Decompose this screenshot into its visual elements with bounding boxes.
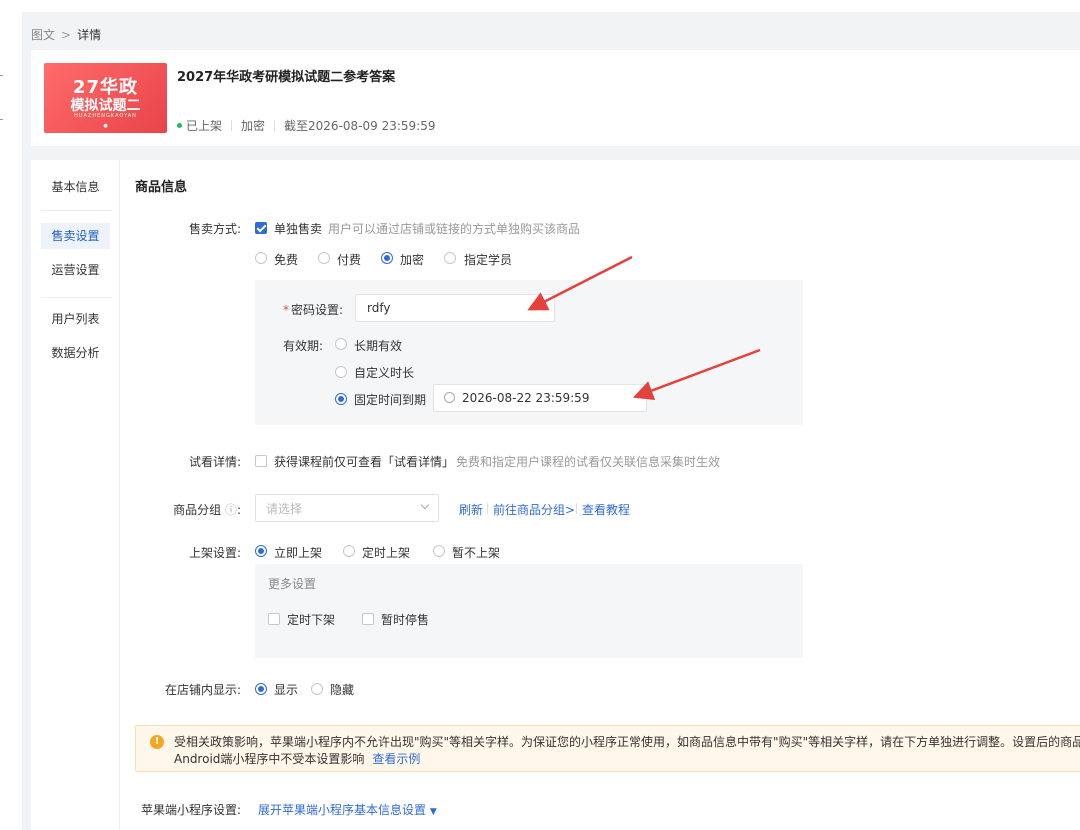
sidenav-item-operation[interactable]: 运营设置 [41,257,110,283]
status-dot-icon [177,123,182,128]
notice-line1: 受相关政策影响，苹果端小程序内不允许出现"购买"等相关字样。为保证您的小程序正常… [174,735,1080,749]
radio-free[interactable] [255,252,267,264]
radio-shelf-hold[interactable] [433,545,445,557]
nav-divider [41,210,112,211]
top-bar [0,0,1080,12]
shelf-label: 上架设置: [188,546,241,560]
pause-sale-label: 暂时停售 [381,613,430,627]
link-divider [576,503,577,514]
radio-encrypted[interactable] [381,252,393,264]
refresh-link[interactable]: 刷新 [459,501,483,518]
radio-specified[interactable] [444,252,456,264]
group-select-placeholder: 请选择 [266,501,303,516]
radio-show-label: 显示 [274,683,299,697]
breadcrumb-parent[interactable]: 图文 [31,28,55,42]
encrypt-tag: 加密 [241,119,266,133]
expiry-datetime-value: 2026-08-22 23:59:59 [462,391,590,405]
left-strip [0,12,22,830]
info-icon: ⓘ [224,503,237,517]
clock-icon [444,392,455,403]
cover-line3: HUAZHENGKAOYAN [74,113,137,119]
single-sale-hint: 用户可以通过店铺或链接的方式单独购买该商品 [328,222,581,236]
caret-down-icon: ▼ [429,807,437,817]
sidenav-item-sale[interactable]: 售卖设置 [41,223,110,249]
product-cover: 27华政 模拟试题二 HUAZHENGKAOYAN ● [44,63,167,133]
expand-apple-settings-link[interactable]: 展开苹果端小程序基本信息设置 ▼ [258,801,437,818]
meta-divider [231,120,233,131]
radio-free-label: 免费 [274,253,299,267]
radio-shelf-hold-label: 暂不上架 [452,546,501,560]
breadcrumb-separator: > [61,28,72,42]
sidenav-item-analytics[interactable]: 数据分析 [41,340,110,366]
deadline-text: 截至2026-08-09 23:59:59 [284,119,436,133]
cover-logo: ● [103,123,108,129]
radio-custom-duration-label: 自定义时长 [354,366,415,380]
validity-label: 有效期: [282,339,323,353]
goto-group-link[interactable]: 前往商品分组> [493,501,575,518]
status-badge: 已上架 [186,119,223,133]
radio-hide-label: 隐藏 [330,683,355,697]
side-nav: 基本信息 售卖设置 运营设置 用户列表 数据分析 [31,160,120,830]
section-title: 商品信息 [135,180,188,195]
product-title: 2027年华政考研模拟试题二参考答案 [177,70,396,85]
pause-sale-checkbox[interactable] [362,613,374,625]
radio-specified-label: 指定学员 [464,253,513,267]
product-meta: 已上架 加密 截至2026-08-09 23:59:59 [177,117,435,134]
trial-hint: 免费和指定用户课程的试看仅关联信息采集时生效 [456,455,721,469]
radio-long-term-label: 长期有效 [354,339,403,353]
radio-paid-label: 付费 [337,253,362,267]
password-label: * 密码设置: [282,303,343,317]
policy-notice: ! 受相关政策影响，苹果端小程序内不允许出现"购买"等相关字样。为保证您的小程序… [135,725,1080,772]
radio-shelf-now-label: 立即上架 [274,546,323,560]
view-example-link[interactable]: 查看示例 [372,752,420,766]
radio-hide[interactable] [311,683,323,695]
radio-encrypted-label: 加密 [400,253,425,267]
radio-show[interactable] [255,683,267,695]
trial-checkbox[interactable] [255,455,267,467]
sidenav-item-users[interactable]: 用户列表 [41,306,110,332]
expiry-datetime-input[interactable]: 2026-08-22 23:59:59 [433,384,647,412]
password-input[interactable]: rdfy [355,294,555,322]
warning-icon: ! [150,735,164,749]
meta-divider [274,120,276,131]
notice-line2: Android端小程序中不受本设置影响 查看示例 [174,752,421,766]
breadcrumb-current: 详情 [77,28,102,42]
radio-custom-duration[interactable] [335,366,347,378]
apple-settings-label: 苹果端小程序设置: [140,803,241,817]
more-settings-title: 更多设置 [268,577,317,591]
single-sale-label: 单独售卖 [274,222,323,236]
main-panel: 基本信息 售卖设置 运营设置 用户列表 数据分析 商品信息 售卖方式: 单独售卖… [31,160,1080,830]
nav-divider [41,297,112,298]
scheduled-off-checkbox[interactable] [268,613,280,625]
single-sale-checkbox[interactable] [255,222,267,234]
radio-paid[interactable] [318,252,330,264]
strip-mark [0,75,3,76]
tutorial-link[interactable]: 查看教程 [582,501,630,518]
sale-method-label: 售卖方式: [188,222,241,236]
group-select[interactable]: 请选择 [255,494,439,522]
radio-shelf-scheduled-label: 定时上架 [362,546,411,560]
trial-label: 试看详情: [188,455,241,469]
product-header: 27华政 模拟试题二 HUAZHENGKAOYAN ● 2027年华政考研模拟试… [31,50,1080,146]
radio-fixed-expiry[interactable] [335,393,347,405]
breadcrumb: 图文 > 详情 [31,26,101,43]
radio-shelf-now[interactable] [255,545,267,557]
radio-shelf-scheduled[interactable] [343,545,355,557]
sidenav-item-basic[interactable]: 基本信息 [41,174,110,200]
radio-long-term[interactable] [335,338,347,350]
display-label: 在店铺内显示: [164,683,241,697]
more-settings-panel [255,564,803,658]
scheduled-off-label: 定时下架 [287,613,336,627]
group-label: 商品分组 ⓘ: [173,503,241,517]
strip-mark [0,119,3,120]
trial-checkbox-label: 获得课程前仅可查看「试看详情」 [274,455,455,469]
link-divider [487,503,488,514]
chevron-down-icon [420,500,430,510]
cover-line2: 模拟试题二 [70,98,141,114]
radio-fixed-expiry-label: 固定时间到期 [354,393,427,407]
